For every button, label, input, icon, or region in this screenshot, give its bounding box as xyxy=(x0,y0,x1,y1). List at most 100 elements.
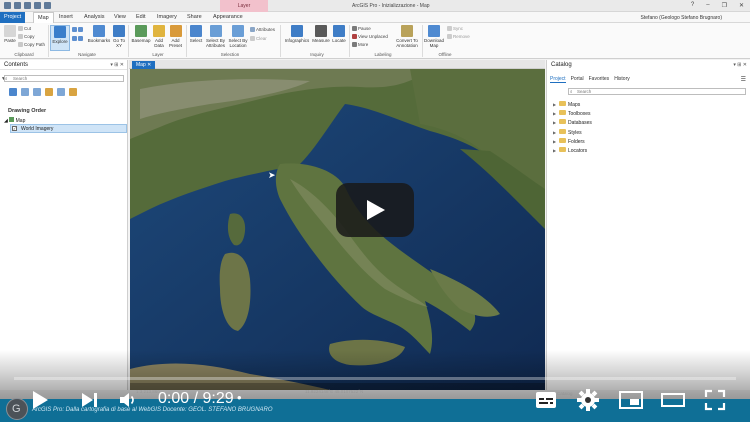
list-by-editing-icon[interactable] xyxy=(45,88,53,96)
catalog-tabs: Project Portal Favorites History xyxy=(550,76,630,83)
list-by-labeling-icon[interactable] xyxy=(69,88,77,96)
pane-options-icon[interactable]: ▾ ⊞ ✕ xyxy=(110,60,124,70)
basemap-button[interactable]: Basemap xyxy=(131,25,151,43)
contents-search-input[interactable]: Search xyxy=(4,75,124,82)
select-by-location-button[interactable]: Select By Location xyxy=(227,25,249,48)
bookmarks-button[interactable]: Bookmarks xyxy=(87,25,111,43)
maximize-button[interactable]: ❐ xyxy=(722,2,727,9)
folder-icon xyxy=(559,101,566,106)
catalog-item-maps[interactable]: ▶ Maps xyxy=(553,100,592,109)
attributes-button[interactable]: Attributes xyxy=(250,27,275,32)
explore-button[interactable]: Explore xyxy=(50,25,70,51)
video-play-button[interactable] xyxy=(336,183,414,237)
infographics-button[interactable]: Infographics xyxy=(283,25,311,43)
select-by-attributes-button[interactable]: Select By Attributes xyxy=(204,25,227,48)
redo-icon[interactable] xyxy=(44,2,51,9)
select-button[interactable]: Select xyxy=(188,25,204,43)
contents-header: Contents ▾ ⊞ ✕ xyxy=(0,60,127,70)
zoom-tools-2[interactable] xyxy=(72,36,84,41)
copy-icon xyxy=(18,34,23,39)
theater-mode-button[interactable] xyxy=(660,388,686,414)
channel-logo[interactable]: G xyxy=(6,398,28,420)
zoom-tools[interactable] xyxy=(72,27,84,32)
close-button[interactable]: ✕ xyxy=(739,2,744,9)
zoom-full-icon xyxy=(72,27,77,32)
catalog-item-label: Folders xyxy=(568,138,585,145)
next-video-button[interactable] xyxy=(82,392,98,408)
convert-to-annotation-button[interactable]: Convert To Annotation xyxy=(393,25,421,48)
tab-edit[interactable]: Edit xyxy=(132,12,149,23)
undo-icon[interactable] xyxy=(34,2,41,9)
convert-label: Convert To Annotation xyxy=(396,38,418,48)
tab-analysis[interactable]: Analysis xyxy=(80,12,108,23)
catalog-item-styles[interactable]: ▶ Styles xyxy=(553,128,592,137)
mouse-cursor-icon: ➤ xyxy=(268,170,276,180)
copy-path-button[interactable]: Copy Path xyxy=(18,42,45,47)
fullscreen-button[interactable] xyxy=(703,388,727,414)
context-tab-group-label: Layer xyxy=(237,3,251,9)
paste-button[interactable]: Paste xyxy=(3,25,17,43)
cut-button[interactable]: Cut xyxy=(18,26,31,31)
measure-button[interactable]: Measure xyxy=(311,25,331,43)
map-view-tabbar: Map ✕ xyxy=(129,60,545,69)
catalog-tab-project[interactable]: Project xyxy=(550,76,566,83)
list-by-selection-icon[interactable] xyxy=(33,88,41,96)
catalog-tab-history[interactable]: History xyxy=(614,76,630,83)
locate-button[interactable]: Locate xyxy=(331,25,347,43)
tab-project[interactable]: Project xyxy=(0,12,26,23)
tab-imagery[interactable]: Imagery xyxy=(153,12,181,23)
catalog-item-toolboxes[interactable]: ▶ Toolboxes xyxy=(553,109,592,118)
ribbon: Paste Cut Copy Copy Path Clipboard Explo… xyxy=(0,23,750,59)
catalog-tab-favorites[interactable]: Favorites xyxy=(589,76,610,83)
download-map-button[interactable]: Download Map xyxy=(424,25,444,48)
play-icon[interactable] xyxy=(33,391,48,409)
copy-path-icon xyxy=(18,42,23,47)
pause-labels-button[interactable]: Pause xyxy=(352,26,371,31)
copy-button[interactable]: Copy xyxy=(18,34,35,39)
layer-tree-item[interactable]: World Imagery xyxy=(10,124,127,133)
clear-button[interactable]: Clear xyxy=(250,36,267,41)
list-by-source-icon[interactable] xyxy=(21,88,29,96)
clear-icon xyxy=(250,36,255,41)
tab-insert[interactable]: Insert xyxy=(55,12,77,23)
map-tree-item[interactable]: ◢ Map xyxy=(4,117,25,124)
catalog-search-input[interactable]: Search xyxy=(568,88,746,95)
progress-bar[interactable] xyxy=(14,377,736,380)
subtitles-button[interactable] xyxy=(534,388,558,414)
list-by-snapping-icon[interactable] xyxy=(57,88,65,96)
save-icon[interactable] xyxy=(24,2,31,9)
catalog-item-label: Databases xyxy=(568,120,592,127)
measure-icon xyxy=(315,25,327,37)
catalog-item-databases[interactable]: ▶ Databases xyxy=(553,118,592,127)
layer-visibility-checkbox[interactable]: ✓ xyxy=(12,126,17,131)
catalog-item-folders[interactable]: ▶ Folders xyxy=(553,137,592,146)
view-unplaced-button[interactable]: View Unplaced xyxy=(352,34,388,39)
map-view-tab[interactable]: Map ✕ xyxy=(132,61,156,69)
tab-appearance[interactable]: Appearance xyxy=(209,12,247,23)
list-by-drawing-order-icon[interactable] xyxy=(9,88,17,96)
signed-in-user[interactable]: Stefano (Geologo Stefano Brugnaro) xyxy=(641,15,722,21)
catalog-tab-portal[interactable]: Portal xyxy=(571,76,584,83)
go-to-xy-button[interactable]: Go To XY xyxy=(111,25,127,48)
minimize-button[interactable]: – xyxy=(706,2,709,9)
miniplayer-button[interactable] xyxy=(618,388,644,414)
tab-share[interactable]: Share xyxy=(183,12,206,23)
sync-button[interactable]: Sync xyxy=(447,26,463,31)
contents-title: Contents xyxy=(4,62,29,68)
remove-button[interactable]: Remove xyxy=(447,34,470,39)
tab-view[interactable]: View xyxy=(110,12,130,23)
add-data-button[interactable]: Add Data xyxy=(151,25,167,48)
volume-button[interactable] xyxy=(118,390,138,410)
attributes-icon xyxy=(250,27,255,32)
pane-options-icon[interactable]: ▾ ⊞ ✕ xyxy=(733,60,747,70)
new-project-icon[interactable] xyxy=(4,2,11,9)
add-preset-button[interactable]: Add Preset xyxy=(167,25,184,48)
open-icon[interactable] xyxy=(14,2,21,9)
help-button[interactable]: ? xyxy=(691,2,694,9)
folder-icon xyxy=(559,146,566,152)
settings-button[interactable] xyxy=(576,388,600,414)
catalog-item-locators[interactable]: ▶ Locators xyxy=(553,146,592,155)
catalog-menu-icon[interactable]: ☰ xyxy=(741,76,746,83)
tab-map[interactable]: Map xyxy=(33,12,54,23)
more-labeling-button[interactable]: More xyxy=(352,42,368,47)
